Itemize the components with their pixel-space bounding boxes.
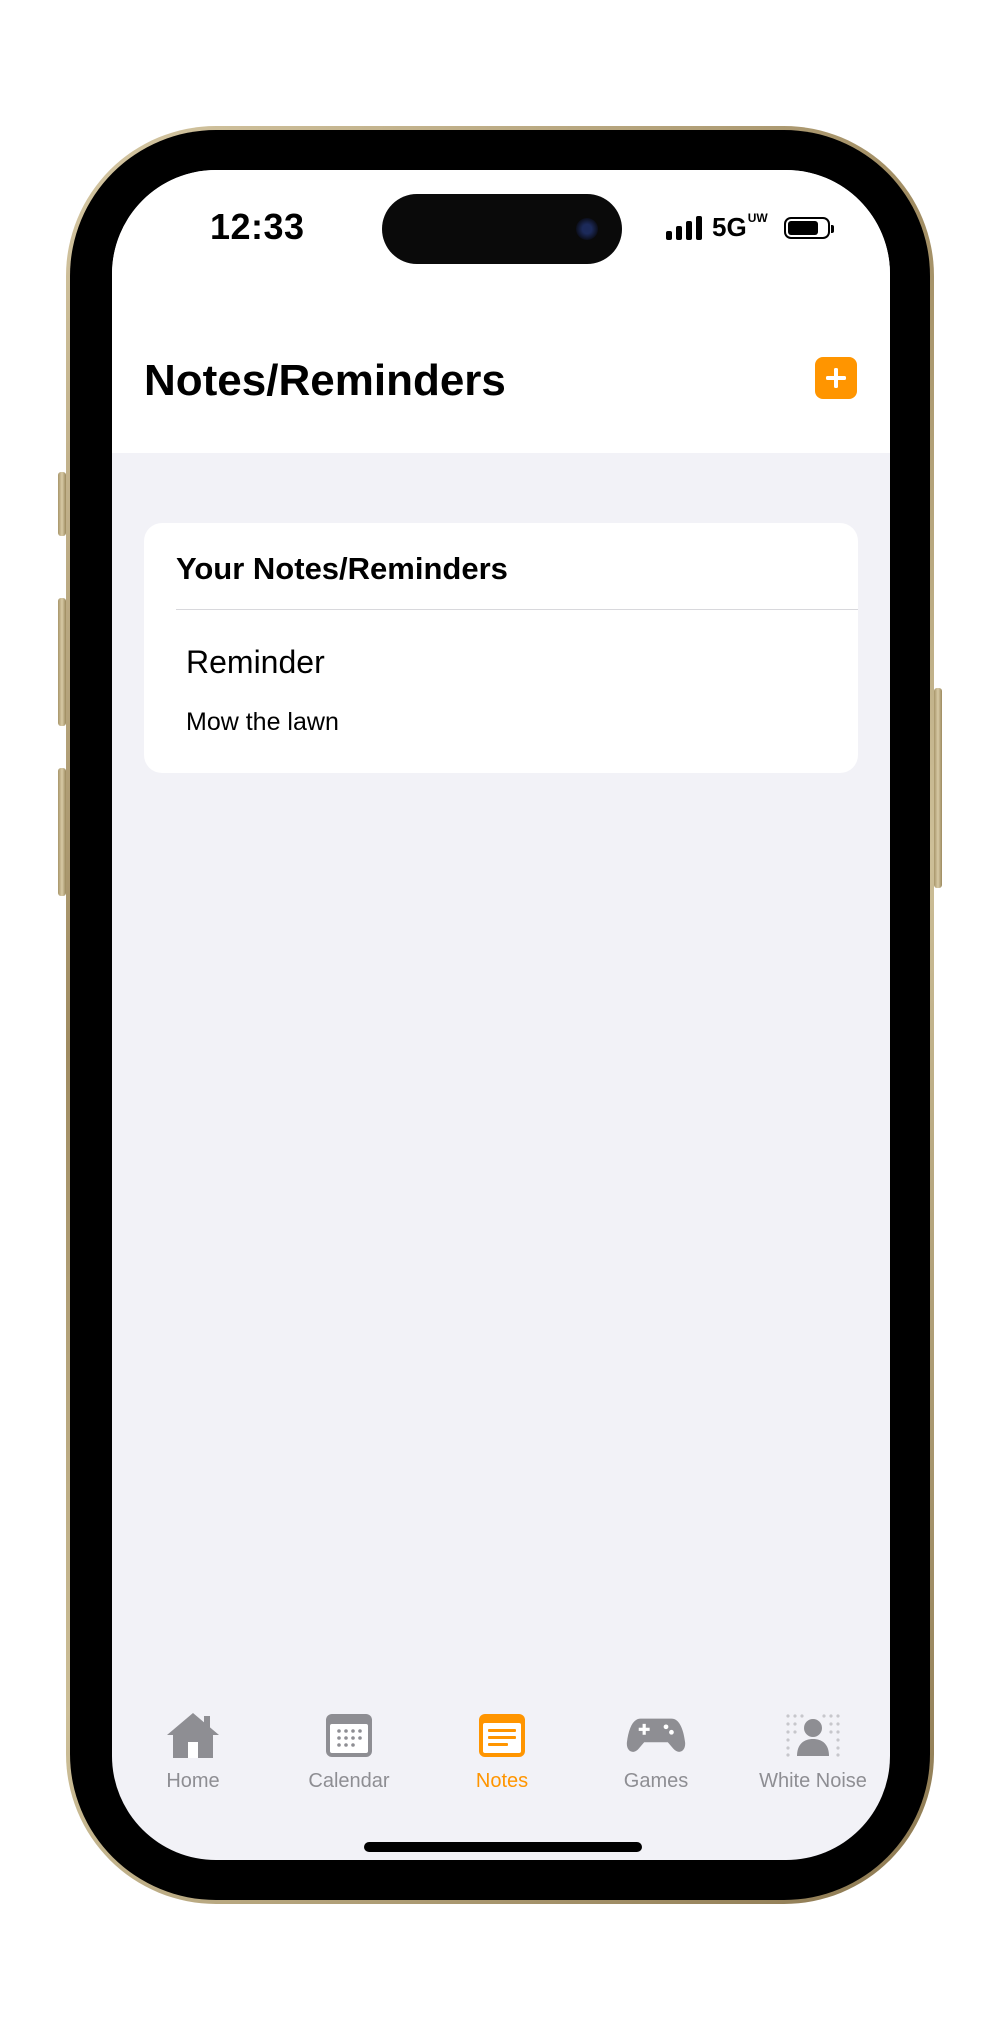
tab-label: Notes [475,1770,529,1792]
tab-calendar[interactable]: Calendar [271,1710,427,1810]
dynamic-island [382,194,622,264]
tab-label: Games [623,1770,689,1792]
tab-label: White Noise [759,1770,867,1792]
calendar-icon [326,1714,372,1757]
add-note-button[interactable] [815,357,857,399]
power-button [934,688,942,888]
notes-card: Your Notes/Reminders Reminder Mow the la… [144,523,858,773]
action-button [58,472,66,536]
tab-label: Home [166,1770,220,1792]
note-body: Mow the lawn [186,708,339,736]
volume-up-button [58,598,66,726]
tab-notes[interactable]: Notes [424,1710,580,1810]
status-indicators: 5G UW [666,212,834,243]
volume-down-button [58,768,66,896]
house-icon [167,1713,219,1758]
battery-icon [783,216,834,239]
tab-games[interactable]: Games [578,1710,734,1810]
signal-icon [666,215,702,240]
page-title: Notes/Reminders [144,356,506,405]
network-label: 5G [712,212,747,242]
home-indicator[interactable] [364,1842,642,1852]
tab-white-noise[interactable]: White Noise [735,1710,890,1810]
plus-icon [826,368,846,388]
note-item[interactable]: Reminder Mow the lawn [144,610,858,773]
card-heading: Your Notes/Reminders [176,551,508,586]
white-noise-icon [786,1714,840,1757]
network-sub-label: UW [747,211,768,225]
tab-home[interactable]: Home [115,1710,271,1810]
note-icon [479,1714,525,1757]
camera-icon [576,218,598,240]
note-title: Reminder [186,644,325,680]
network-indicator: 5G UW [712,212,768,243]
tab-label: Calendar [308,1770,390,1792]
tab-bar: Home Calendar Notes Games White Noise [112,1710,890,1860]
app-screen: 12:33 5G UW Notes/Reminders Your Notes/R… [112,170,890,1860]
gamepad-icon [626,1718,686,1752]
status-time: 12:33 [210,206,305,247]
